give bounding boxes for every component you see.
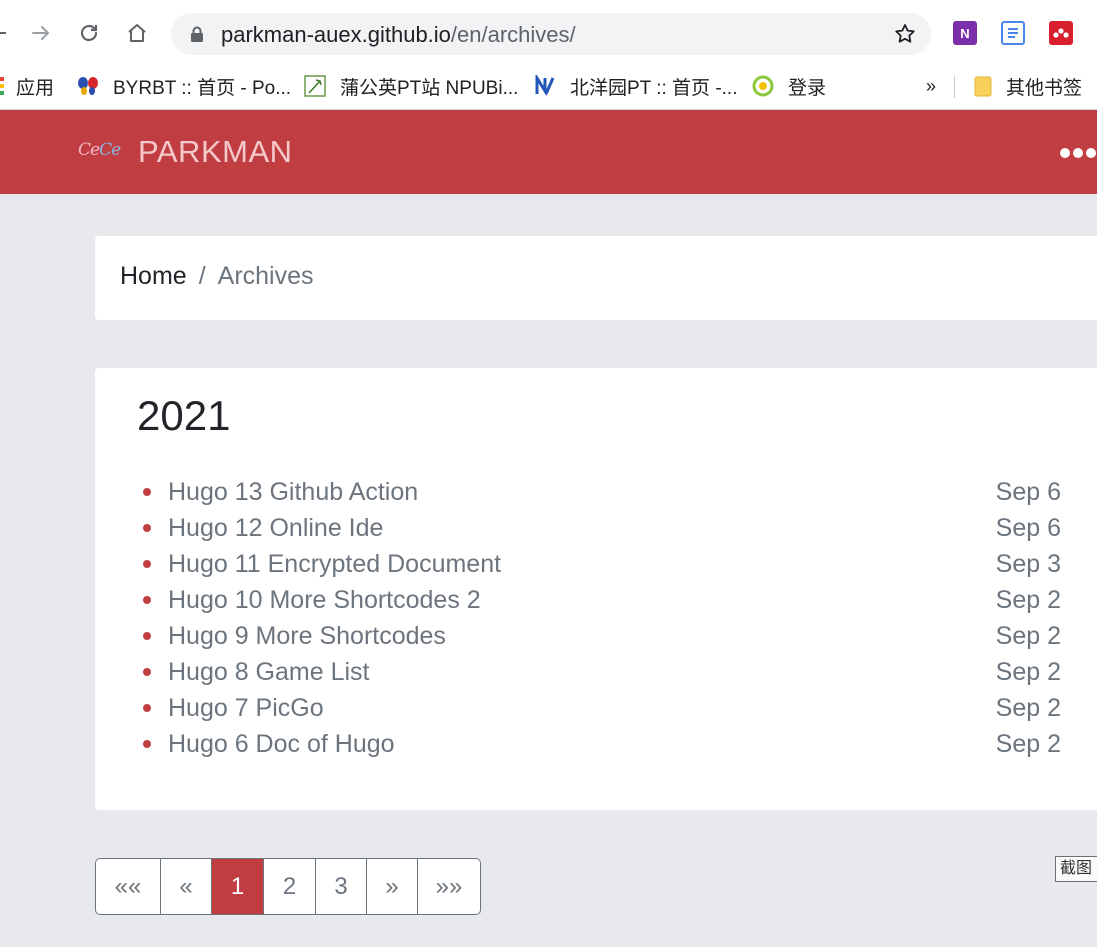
post-title-link[interactable]: Hugo 12 Online Ide: [168, 514, 383, 543]
breadcrumb-card: Home / Archives: [95, 236, 1097, 320]
logo-text: Ce: [78, 140, 100, 160]
post-title-link[interactable]: Hugo 7 PicGo: [168, 694, 324, 723]
post-date: Sep 6: [995, 513, 1061, 542]
bookmark-login[interactable]: 登录: [752, 72, 826, 100]
bookmark-npubits[interactable]: 蒲公英PT站 NPUBi...: [304, 72, 518, 100]
next-page-button[interactable]: »: [366, 859, 417, 914]
list-item: Hugo 9 More Shortcodes Sep 2: [143, 618, 1061, 654]
url-path: /en/archives/: [450, 22, 576, 47]
bullet-icon: [143, 488, 151, 496]
bookmark-label: BYRBT :: 首页 - Po...: [113, 77, 292, 99]
home-icon: [128, 24, 146, 42]
pagination: «« « 1 2 3 » »»: [95, 858, 481, 915]
post-date: Sep 3: [995, 549, 1061, 578]
back-arrow-fragment: [0, 32, 6, 34]
prev-page-button[interactable]: «: [160, 859, 211, 914]
bookmarks-bar: 应用 BYRBT :: 首页 - Po... 蒲公英PT站 NPUBi... 北…: [0, 64, 1097, 110]
bookmark-label: 蒲公英PT站 NPUBi...: [340, 77, 519, 99]
bullet-icon: [143, 740, 151, 748]
post-title-link[interactable]: Hugo 8 Game List: [168, 658, 370, 687]
list-item: Hugo 10 More Shortcodes 2 Sep 2: [143, 582, 1061, 618]
bookmark-star-icon[interactable]: [893, 22, 917, 46]
apps-grid-icon: [0, 75, 4, 97]
forward-button[interactable]: [27, 19, 55, 47]
bullet-icon: [143, 632, 151, 640]
bullet-icon: [143, 704, 151, 712]
breadcrumb: Home / Archives: [120, 262, 314, 291]
bookmark-label: 登录: [788, 77, 827, 99]
list-item: Hugo 11 Encrypted Document Sep 3: [143, 546, 1061, 582]
archive-year-heading: 2021: [137, 392, 231, 439]
list-item: Hugo 7 PicGo Sep 2: [143, 690, 1061, 726]
url-text[interactable]: parkman-auex.github.io/en/archives/: [221, 22, 576, 48]
browser-toolbar: parkman-auex.github.io/en/archives/ N: [0, 0, 1097, 64]
dot-icon: [1073, 148, 1083, 158]
bullet-icon: [143, 596, 151, 604]
reload-icon: [80, 24, 98, 42]
bullet-icon: [143, 560, 151, 568]
post-title-link[interactable]: Hugo 10 More Shortcodes 2: [168, 586, 481, 615]
page-1-button[interactable]: 1: [211, 859, 263, 914]
bullet-icon: [143, 668, 151, 676]
bookmarks-divider: [954, 76, 955, 98]
bookmark-tjupt[interactable]: 北洋园PT :: 首页 -...: [534, 72, 738, 100]
screenshot-tool-tag[interactable]: 截图: [1055, 856, 1097, 882]
first-page-button[interactable]: ««: [96, 859, 160, 914]
n-logo-icon: [534, 75, 556, 97]
brand-name[interactable]: PARKMAN: [138, 134, 293, 170]
list-item: Hugo 13 Github Action Sep 6: [143, 474, 1061, 510]
bookmark-label: 其他书签: [1006, 77, 1083, 99]
breadcrumb-current: Archives: [217, 262, 314, 290]
other-bookmarks-folder[interactable]: 其他书签: [972, 72, 1082, 100]
bookmark-label: 北洋园PT :: 首页 -...: [570, 77, 738, 99]
bookmarks-overflow-button[interactable]: »: [926, 72, 936, 100]
green-swirl-icon: [752, 75, 774, 97]
onenote-icon[interactable]: N: [953, 21, 977, 45]
bullet-icon: [143, 524, 151, 532]
address-bar[interactable]: parkman-auex.github.io/en/archives/: [171, 13, 931, 55]
brand-logo[interactable]: CeCe: [78, 140, 121, 160]
page-2-button[interactable]: 2: [263, 859, 315, 914]
post-date: Sep 2: [995, 621, 1061, 650]
post-title-link[interactable]: Hugo 9 More Shortcodes: [168, 622, 446, 651]
mendeley-icon[interactable]: [1049, 21, 1073, 45]
post-title-link[interactable]: Hugo 11 Encrypted Document: [168, 550, 501, 579]
page-3-button[interactable]: 3: [315, 859, 366, 914]
bookmark-byrbt[interactable]: BYRBT :: 首页 - Po...: [77, 72, 291, 100]
list-item: Hugo 6 Doc of Hugo Sep 2: [143, 726, 1061, 762]
dot-icon: [1086, 148, 1096, 158]
folder-icon: [972, 75, 994, 97]
home-button[interactable]: [123, 19, 151, 47]
post-date: Sep 6: [995, 477, 1061, 506]
post-list: Hugo 13 Github Action Sep 6 Hugo 12 Onlin…: [143, 474, 1061, 762]
butterfly-icon: [77, 75, 99, 97]
post-title-link[interactable]: Hugo 13 Github Action: [168, 478, 418, 507]
post-title-link[interactable]: Hugo 6 Doc of Hugo: [168, 730, 395, 759]
reload-button[interactable]: [75, 19, 103, 47]
more-menu-button[interactable]: [1060, 148, 1096, 158]
post-date: Sep 2: [995, 693, 1061, 722]
lock-icon: [191, 26, 203, 42]
post-date: Sep 2: [995, 657, 1061, 686]
dot-icon: [1060, 148, 1070, 158]
post-date: Sep 2: [995, 585, 1061, 614]
last-page-button[interactable]: »»: [417, 859, 480, 914]
archive-card: 2021 Hugo 13 Github Action Sep 6 Hugo 12 …: [95, 368, 1097, 810]
breadcrumb-separator: /: [198, 262, 206, 290]
list-item: Hugo 8 Game List Sep 2: [143, 654, 1061, 690]
bookmark-apps[interactable]: 应用: [0, 72, 54, 100]
url-host: parkman-auex.github.io: [221, 22, 451, 47]
forward-arrow-icon: [32, 26, 49, 40]
dandelion-icon: [304, 75, 326, 97]
breadcrumb-home-link[interactable]: Home: [120, 262, 187, 290]
docs-icon[interactable]: [1001, 21, 1025, 45]
site-navbar: CeCe PARKMAN: [0, 110, 1097, 194]
bookmark-label: 应用: [16, 77, 55, 99]
list-item: Hugo 12 Online Ide Sep 6: [143, 510, 1061, 546]
post-date: Sep 2: [995, 729, 1061, 758]
logo-text: Ce: [99, 140, 121, 160]
